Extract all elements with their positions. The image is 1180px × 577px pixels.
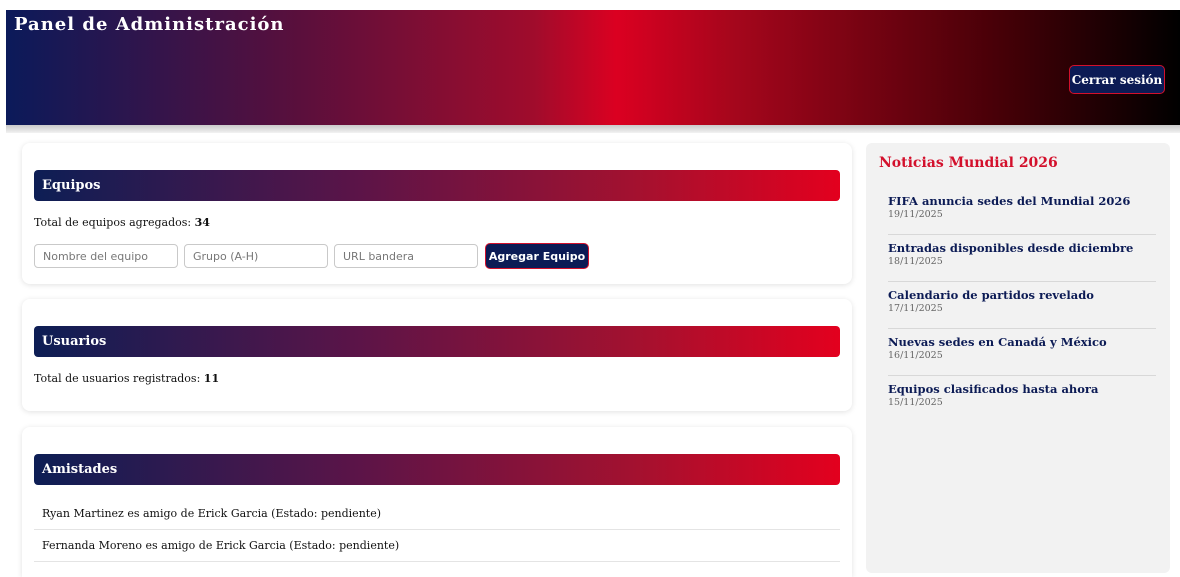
usuarios-total-label: Total de usuarios registrados: [34,372,201,385]
news-headline-link[interactable]: Entradas disponibles desde diciembre [888,241,1156,255]
equipos-total: Total de equipos agregados: 34 [34,216,210,229]
news-item: Nuevas sedes en Canadá y México 16/11/20… [888,329,1156,376]
usuarios-section-header: Usuarios [34,326,840,357]
news-date: 16/11/2025 [888,350,943,361]
team-flag-url-input[interactable] [334,244,478,268]
amistades-card: Amistades Ryan Martinez es amigo de Eric… [22,427,852,577]
news-date: 17/11/2025 [888,303,943,314]
team-group-input[interactable] [184,244,328,268]
news-panel: Noticias Mundial 2026 FIFA anuncia sedes… [866,143,1170,573]
news-item: FIFA anuncia sedes del Mundial 2026 19/1… [888,188,1156,235]
team-name-input[interactable] [34,244,178,268]
usuarios-card: Usuarios Total de usuarios registrados: … [22,299,852,411]
news-headline-link[interactable]: Equipos clasificados hasta ahora [888,382,1156,396]
page-title: Panel de Administración [14,14,285,35]
news-panel-title: Noticias Mundial 2026 [879,155,1058,171]
news-headline-link[interactable]: FIFA anuncia sedes del Mundial 2026 [888,194,1156,208]
news-headline-link[interactable]: Calendario de partidos revelado [888,288,1156,302]
equipos-card: Equipos Total de equipos agregados: 34 A… [22,143,852,284]
news-item: Equipos clasificados hasta ahora 15/11/2… [888,376,1156,423]
add-team-button[interactable]: Agregar Equipo [485,243,589,269]
equipos-total-value: 34 [194,216,210,229]
usuarios-total-value: 11 [203,372,220,385]
news-headline-link[interactable]: Nuevas sedes en Canadá y México [888,335,1156,349]
equipos-total-label: Total de equipos agregados: [34,216,192,229]
amistades-section-header: Amistades [34,454,840,485]
header-shadow [6,125,1180,133]
news-item: Calendario de partidos revelado 17/11/20… [888,282,1156,329]
logout-button[interactable]: Cerrar sesión [1069,65,1165,94]
news-item: Entradas disponibles desde diciembre 18/… [888,235,1156,282]
news-date: 15/11/2025 [888,397,943,408]
usuarios-total: Total de usuarios registrados: 11 [34,372,219,385]
equipos-section-header: Equipos [34,170,840,201]
news-date: 18/11/2025 [888,256,943,267]
news-date: 19/11/2025 [888,209,943,220]
friendship-row: Ryan Martinez es amigo de Erick Garcia (… [34,498,840,530]
friendship-row: Fernanda Moreno es amigo de Erick Garcia… [34,530,840,562]
